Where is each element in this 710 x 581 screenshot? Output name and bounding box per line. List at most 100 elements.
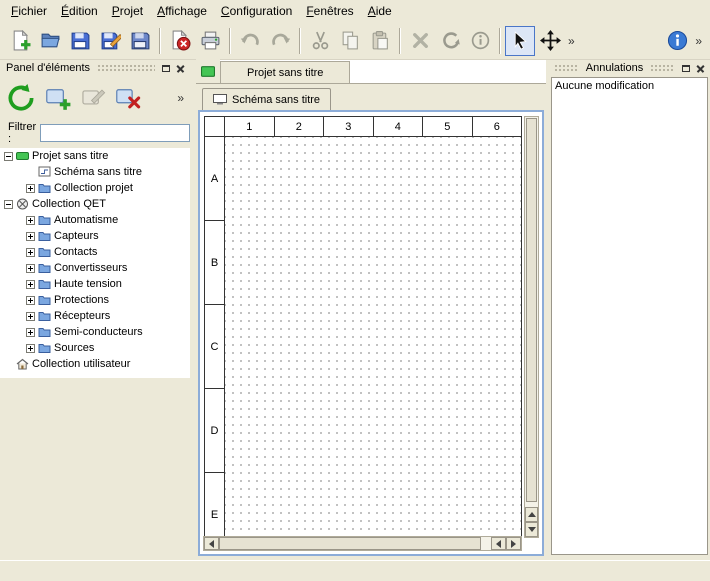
vertical-scrollbar-thumb[interactable] xyxy=(526,118,537,502)
menu-fenetres[interactable]: Fenêtres xyxy=(299,1,360,21)
delete-element-button[interactable] xyxy=(115,85,141,111)
about-info-button[interactable] xyxy=(662,26,692,56)
tree-item-convertisseurs[interactable]: Convertisseurs xyxy=(0,260,190,276)
save-all-button[interactable] xyxy=(125,26,155,56)
tree-item-sources[interactable]: Sources xyxy=(0,340,190,356)
expand-expander-icon[interactable] xyxy=(26,184,35,193)
expand-expander-icon[interactable] xyxy=(26,280,35,289)
project-icon xyxy=(16,150,29,162)
column-header: 1 xyxy=(225,117,275,137)
ruler-corner xyxy=(205,117,225,137)
filter-input[interactable] xyxy=(40,124,190,142)
scroll-right-button[interactable] xyxy=(506,537,521,550)
column-header: 5 xyxy=(423,117,473,137)
panel-extension-chevron[interactable]: » xyxy=(177,91,184,105)
redo-button[interactable] xyxy=(265,26,295,56)
close-file-button[interactable] xyxy=(165,26,195,56)
tree-item-haute-tension[interactable]: Haute tension xyxy=(0,276,190,292)
collapse-expander-icon[interactable] xyxy=(4,200,13,209)
dock-float-button[interactable] xyxy=(158,62,173,75)
menu-aide[interactable]: Aide xyxy=(361,1,399,21)
elements-tree: Projet sans titre Schéma sans titre Coll… xyxy=(0,148,190,378)
expand-expander-icon[interactable] xyxy=(26,328,35,337)
expand-expander-icon[interactable] xyxy=(26,312,35,321)
select-tool-button[interactable] xyxy=(505,26,535,56)
toolbar-extension-chevron[interactable]: » xyxy=(565,34,578,48)
dock-float-button[interactable] xyxy=(678,62,693,75)
new-element-button[interactable] xyxy=(45,85,71,111)
save-file-button[interactable] xyxy=(65,26,95,56)
tree-item-automatisme[interactable]: Automatisme xyxy=(0,212,190,228)
rotate-button[interactable] xyxy=(435,26,465,56)
cut-button[interactable] xyxy=(305,26,335,56)
move-tool-button[interactable] xyxy=(535,26,565,56)
tree-item-recepteurs[interactable]: Récepteurs xyxy=(0,308,190,324)
tree-item-protections[interactable]: Protections xyxy=(0,292,190,308)
folder-icon xyxy=(38,310,51,322)
subwindow-menu-button[interactable] xyxy=(196,59,220,83)
menu-fichier[interactable]: Fichier xyxy=(4,1,54,21)
dock-drag-handle[interactable] xyxy=(554,64,579,72)
tree-item-schema[interactable]: Schéma sans titre xyxy=(0,164,190,180)
expand-expander-icon[interactable] xyxy=(26,344,35,353)
tree-item-semi-conducteurs[interactable]: Semi-conducteurs xyxy=(0,324,190,340)
paste-button[interactable] xyxy=(365,26,395,56)
expand-expander-icon[interactable] xyxy=(26,264,35,273)
print-button[interactable] xyxy=(195,26,225,56)
undo-history-list[interactable]: Aucune modification xyxy=(551,77,708,555)
scroll-down-button[interactable] xyxy=(525,522,538,537)
dock-drag-handle[interactable] xyxy=(97,64,155,72)
vertical-scrollbar[interactable] xyxy=(524,116,539,538)
menu-projet[interactable]: Projet xyxy=(105,1,150,21)
horizontal-scrollbar[interactable] xyxy=(203,536,522,551)
project-tab[interactable]: Projet sans titre xyxy=(220,61,350,83)
save-file-as-button[interactable] xyxy=(95,26,125,56)
scroll-left-button-2[interactable] xyxy=(491,537,506,550)
menu-affichage[interactable]: Affichage xyxy=(150,1,214,21)
reload-collections-button[interactable] xyxy=(6,83,36,113)
dock-close-button[interactable] xyxy=(173,62,188,75)
element-info-button[interactable] xyxy=(465,26,495,56)
menu-bar: Fichier Édition Projet Affichage Configu… xyxy=(0,0,710,22)
dock-close-button[interactable] xyxy=(693,62,708,75)
scroll-up-button[interactable] xyxy=(525,507,538,522)
elements-panel-titlebar[interactable]: Panel d'éléments xyxy=(0,60,190,76)
column-header: 2 xyxy=(275,117,325,137)
schema-tab[interactable]: Schéma sans titre xyxy=(202,88,331,110)
new-file-icon xyxy=(10,30,31,51)
home-icon xyxy=(16,358,29,370)
folder-icon xyxy=(38,214,51,226)
edit-element-button[interactable] xyxy=(80,85,106,111)
dock-drag-handle[interactable] xyxy=(650,64,675,72)
column-header: 6 xyxy=(473,117,523,137)
schema-view[interactable]: 1 2 3 4 5 6 A B C D E xyxy=(204,116,523,538)
tree-item-contacts[interactable]: Contacts xyxy=(0,244,190,260)
undo-dock-titlebar[interactable]: Annulations xyxy=(549,60,710,76)
horizontal-scrollbar-thumb[interactable] xyxy=(219,537,481,550)
scroll-left-button[interactable] xyxy=(204,537,219,550)
undo-button[interactable] xyxy=(235,26,265,56)
toolbar-extension-chevron[interactable]: » xyxy=(692,34,705,48)
tree-item-collection-qet[interactable]: Collection QET xyxy=(0,196,190,212)
toolbar-separator xyxy=(299,28,301,54)
new-file-button[interactable] xyxy=(5,26,35,56)
tree-item-collection-projet[interactable]: Collection projet xyxy=(0,180,190,196)
expand-expander-icon[interactable] xyxy=(26,216,35,225)
copy-button[interactable] xyxy=(335,26,365,56)
expand-expander-icon[interactable] xyxy=(26,296,35,305)
schema-tab-icon xyxy=(213,94,227,105)
expand-expander-icon[interactable] xyxy=(26,248,35,257)
tree-item-collection-utilisateur[interactable]: Collection utilisateur xyxy=(0,356,190,372)
arrow-up-icon xyxy=(528,512,536,517)
collapse-expander-icon[interactable] xyxy=(4,152,13,161)
filter-row: Filtrer : xyxy=(0,120,190,144)
delete-button[interactable] xyxy=(405,26,435,56)
expand-expander-icon[interactable] xyxy=(26,232,35,241)
menu-edition[interactable]: Édition xyxy=(54,1,105,21)
menu-configuration[interactable]: Configuration xyxy=(214,1,299,21)
tree-item-project[interactable]: Projet sans titre xyxy=(0,148,190,164)
open-file-button[interactable] xyxy=(35,26,65,56)
tree-item-capteurs[interactable]: Capteurs xyxy=(0,228,190,244)
schema-canvas[interactable] xyxy=(225,137,522,538)
main-area: Panel d'éléments » Filtrer : xyxy=(0,60,710,560)
